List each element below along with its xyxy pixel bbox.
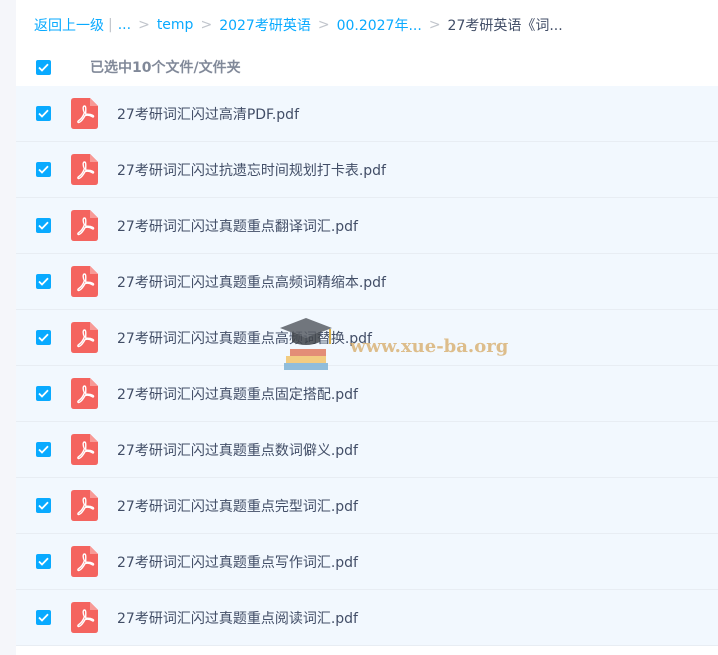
file-row[interactable]: 27考研词汇闪过真题重点固定搭配.pdf (16, 366, 718, 422)
pdf-icon (71, 602, 98, 633)
checkmark-icon (38, 613, 49, 622)
pdf-icon (71, 210, 98, 241)
file-name[interactable]: 27考研词汇闪过真题重点高频词精缩本.pdf (117, 272, 386, 292)
breadcrumb-separator: > (317, 17, 330, 33)
pdf-icon (71, 154, 98, 185)
pdf-icon (71, 98, 98, 129)
select-all-checkbox[interactable] (36, 59, 51, 75)
breadcrumb-separator: > (200, 17, 213, 33)
checkmark-icon (38, 557, 49, 566)
file-name[interactable]: 27考研词汇闪过真题重点翻译词汇.pdf (117, 216, 358, 236)
file-checkbox[interactable] (36, 442, 51, 457)
file-row[interactable]: 27考研词汇闪过真题重点写作词汇.pdf (16, 534, 718, 590)
pdf-icon (71, 378, 98, 409)
pdf-icon (71, 434, 98, 465)
breadcrumb-ellipsis[interactable]: ... (118, 17, 131, 33)
file-name[interactable]: 27考研词汇闪过真题重点完型词汇.pdf (117, 496, 358, 516)
breadcrumb-current: 27考研英语《词... (447, 18, 563, 34)
breadcrumb: 返回上一级 | ... > temp > 2027考研英语 > 00.2027年… (34, 14, 563, 36)
file-row[interactable]: 27考研词汇闪过真题重点数词僻义.pdf (16, 422, 718, 478)
pdf-icon (71, 322, 98, 353)
selection-summary: 已选中10个文件/文件夹 (90, 60, 241, 76)
file-name[interactable]: 27考研词汇闪过高清PDF.pdf (117, 104, 299, 124)
file-list: 27考研词汇闪过高清PDF.pdf 27考研词汇闪过抗遗忘时间规划打卡表.pdf 2… (16, 86, 718, 646)
file-checkbox[interactable] (36, 498, 51, 513)
file-row[interactable]: 27考研词汇闪过真题重点完型词汇.pdf (16, 478, 718, 534)
checkmark-icon (38, 277, 49, 286)
checkmark-icon (38, 63, 49, 72)
breadcrumb-separator: > (428, 17, 441, 33)
checkmark-icon (38, 333, 49, 342)
pdf-icon (71, 266, 98, 297)
selection-header: 已选中10个文件/文件夹 (16, 50, 718, 84)
breadcrumb-item-english[interactable]: 2027考研英语 (219, 15, 311, 35)
checkmark-icon (38, 445, 49, 454)
file-name[interactable]: 27考研词汇闪过真题重点固定搭配.pdf (117, 384, 358, 404)
file-checkbox[interactable] (36, 274, 51, 289)
file-checkbox[interactable] (36, 106, 51, 121)
file-row[interactable]: 27考研词汇闪过真题重点高频词精缩本.pdf (16, 254, 718, 310)
file-checkbox[interactable] (36, 218, 51, 233)
file-row[interactable]: 27考研词汇闪过高清PDF.pdf (16, 86, 718, 142)
checkmark-icon (38, 165, 49, 174)
checkmark-icon (38, 389, 49, 398)
pdf-icon (71, 546, 98, 577)
file-checkbox[interactable] (36, 162, 51, 177)
file-name[interactable]: 27考研词汇闪过真题重点高频词替换.pdf (117, 328, 372, 348)
file-name[interactable]: 27考研词汇闪过真题重点阅读词汇.pdf (117, 608, 358, 628)
file-checkbox[interactable] (36, 330, 51, 345)
file-name[interactable]: 27考研词汇闪过抗遗忘时间规划打卡表.pdf (117, 160, 386, 180)
breadcrumb-pipe: | (108, 17, 113, 33)
file-checkbox[interactable] (36, 610, 51, 625)
back-link[interactable]: 返回上一级 (34, 15, 104, 35)
file-row[interactable]: 27考研词汇闪过抗遗忘时间规划打卡表.pdf (16, 142, 718, 198)
breadcrumb-item-temp[interactable]: temp (157, 17, 194, 33)
breadcrumb-item-2027[interactable]: 00.2027年... (337, 15, 422, 35)
checkmark-icon (38, 221, 49, 230)
pdf-icon (71, 490, 98, 521)
file-name[interactable]: 27考研词汇闪过真题重点写作词汇.pdf (117, 552, 358, 572)
breadcrumb-separator: > (138, 17, 150, 33)
file-row[interactable]: 27考研词汇闪过真题重点阅读词汇.pdf (16, 590, 718, 646)
file-name[interactable]: 27考研词汇闪过真题重点数词僻义.pdf (117, 440, 358, 460)
file-checkbox[interactable] (36, 386, 51, 401)
file-row[interactable]: 27考研词汇闪过真题重点高频词替换.pdf (16, 310, 718, 366)
file-row[interactable]: 27考研词汇闪过真题重点翻译词汇.pdf (16, 198, 718, 254)
checkmark-icon (38, 501, 49, 510)
file-checkbox[interactable] (36, 554, 51, 569)
checkmark-icon (38, 109, 49, 118)
left-gutter (0, 0, 16, 655)
